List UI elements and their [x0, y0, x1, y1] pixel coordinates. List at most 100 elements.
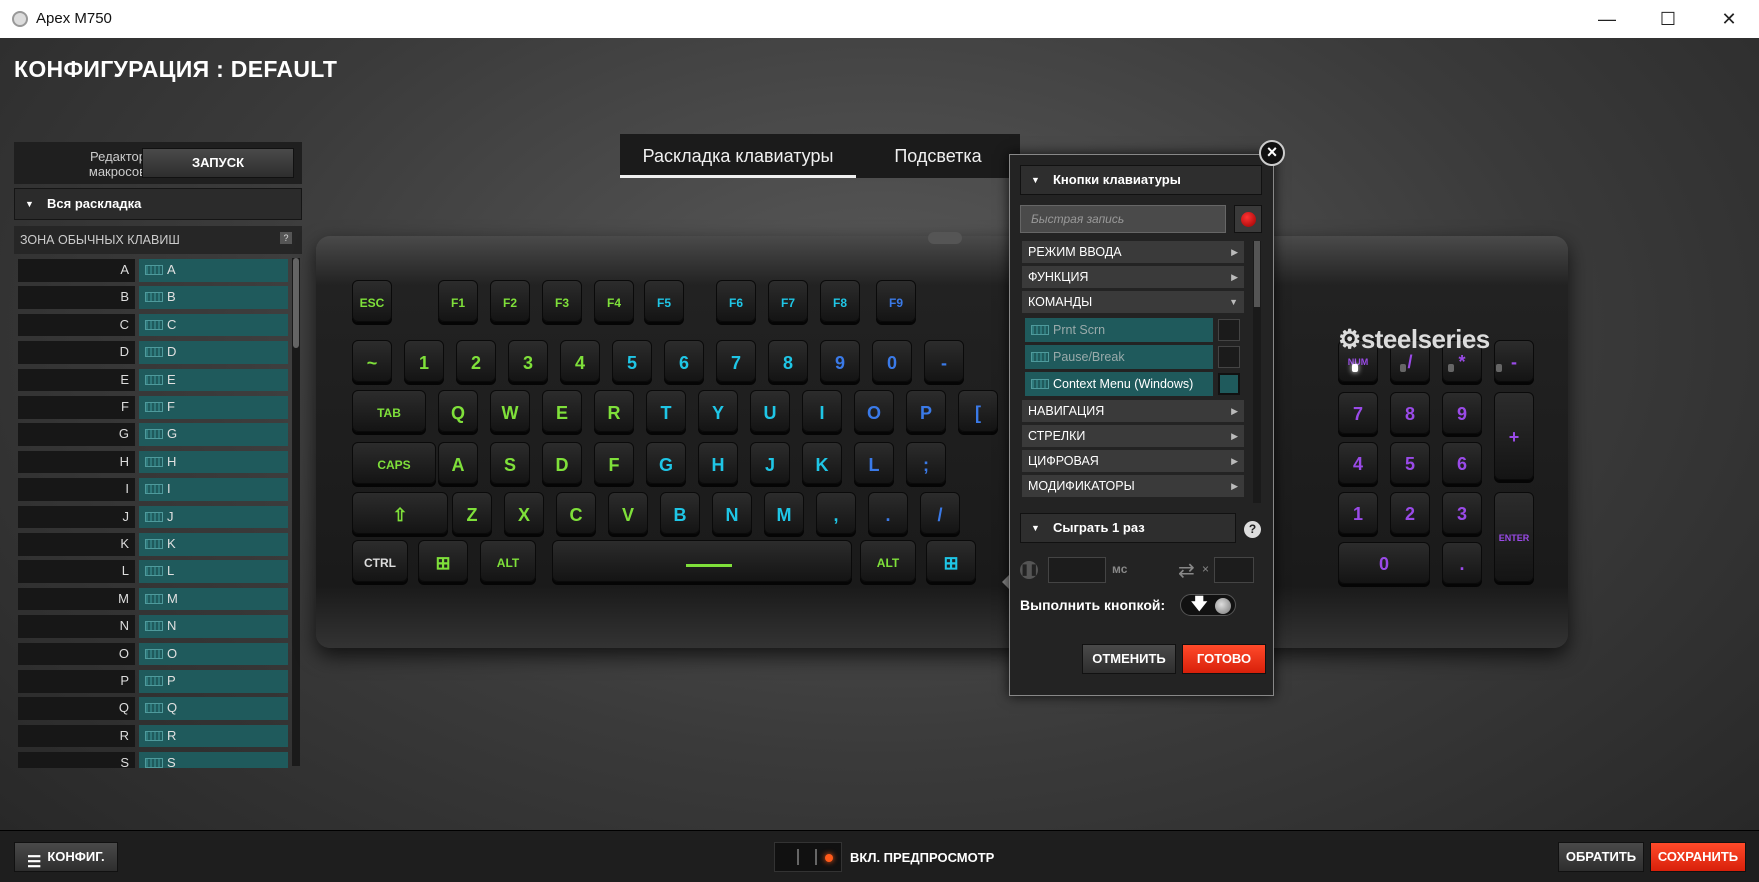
key-list-row[interactable]: EE — [18, 368, 288, 393]
key-list-row[interactable]: DD — [18, 340, 288, 365]
key-list-row[interactable]: OO — [18, 642, 288, 667]
keyboard-key[interactable]: [ — [958, 390, 998, 432]
keyboard-key[interactable]: CTRL — [352, 540, 408, 582]
keyboard-key[interactable]: U — [750, 390, 790, 432]
command-item[interactable]: Prnt Scrn — [1025, 318, 1213, 342]
tab-keyboard-layout[interactable]: Раскладка клавиатуры — [620, 134, 856, 178]
numpad-key[interactable]: 3 — [1442, 492, 1482, 534]
keyboard-key[interactable]: H — [698, 442, 738, 484]
play-mode-select[interactable]: ▼ Сыграть 1 раз — [1020, 513, 1236, 543]
keyboard-key[interactable]: F2 — [490, 280, 530, 322]
key-list-scrollbar[interactable] — [292, 258, 300, 766]
config-button[interactable]: ☰ КОНФИГ. — [14, 842, 118, 872]
key-mapping[interactable]: F — [139, 396, 288, 419]
command-list-scrollbar[interactable] — [1253, 241, 1261, 503]
keyboard-key[interactable]: 9 — [820, 340, 860, 382]
category-row[interactable]: РЕЖИМ ВВОДА ▶ — [1022, 241, 1244, 263]
category-row[interactable]: КОМАНДЫ ▼ — [1022, 291, 1244, 313]
numpad-key[interactable]: 6 — [1442, 442, 1482, 484]
keyboard-key[interactable]: 0 — [872, 340, 912, 382]
keyboard-key[interactable]: 4 — [560, 340, 600, 382]
command-checkbox[interactable] — [1218, 319, 1240, 341]
keyboard-key[interactable]: I — [802, 390, 842, 432]
keyboard-key[interactable]: F8 — [820, 280, 860, 322]
key-mapping[interactable]: N — [139, 615, 288, 638]
keyboard-key[interactable]: T — [646, 390, 686, 432]
keyboard-key[interactable]: M — [764, 492, 804, 534]
numpad-key[interactable]: ENTER — [1494, 492, 1534, 582]
layout-select[interactable]: ▼ Вся раскладка — [14, 188, 302, 220]
key-mapping[interactable]: C — [139, 313, 288, 337]
key-mapping[interactable]: K — [139, 533, 288, 556]
keyboard-key[interactable]: ; — [906, 442, 946, 484]
keyboard-key[interactable]: O — [854, 390, 894, 432]
close-icon[interactable]: ✕ — [1700, 0, 1758, 38]
save-button[interactable]: СОХРАНИТЬ — [1650, 842, 1746, 872]
numpad-key[interactable]: 2 — [1390, 492, 1430, 534]
keyboard-key[interactable]: D — [542, 442, 582, 484]
key-list-row[interactable]: KK — [18, 532, 288, 557]
key-mapping[interactable]: I — [139, 478, 288, 501]
repeat-icon[interactable]: ⇄ — [1178, 558, 1195, 583]
numpad-key[interactable]: 7 — [1338, 392, 1378, 434]
pause-icon[interactable]: ❚❚ — [1020, 561, 1038, 579]
key-list-row[interactable]: NN — [18, 614, 288, 639]
keyboard-key[interactable]: F5 — [644, 280, 684, 322]
key-list-row[interactable]: SS — [18, 751, 288, 768]
keyboard-key[interactable]: ⊞ — [926, 540, 976, 582]
command-checkbox[interactable] — [1218, 373, 1240, 395]
keyboard-key[interactable]: N — [712, 492, 752, 534]
numpad-key[interactable]: 9 — [1442, 392, 1482, 434]
key-mapping[interactable]: S — [139, 752, 288, 768]
scrollbar-thumb[interactable] — [293, 258, 299, 348]
category-row[interactable]: ФУНКЦИЯ ▶ — [1022, 266, 1244, 288]
key-mapping[interactable]: L — [139, 560, 288, 583]
key-mapping[interactable]: M — [139, 587, 288, 611]
key-mapping[interactable]: O — [139, 642, 288, 666]
keyboard-key[interactable]: - — [924, 340, 964, 382]
keyboard-key[interactable] — [552, 540, 852, 582]
keyboard-key[interactable]: . — [868, 492, 908, 534]
maximize-icon[interactable]: ☐ — [1639, 0, 1697, 38]
keyboard-key[interactable]: ESC — [352, 280, 392, 322]
minimize-icon[interactable]: — — [1578, 0, 1636, 38]
keyboard-key[interactable]: W — [490, 390, 530, 432]
numpad-key[interactable]: 8 — [1390, 392, 1430, 434]
keyboard-key[interactable]: / — [920, 492, 960, 534]
keyboard-key[interactable]: F4 — [594, 280, 634, 322]
key-list-row[interactable]: GG — [18, 422, 288, 447]
keyboard-key[interactable]: ⊞ — [418, 540, 468, 582]
keyboard-key[interactable]: K — [802, 442, 842, 484]
key-mapping[interactable]: E — [139, 368, 288, 392]
key-list-row[interactable]: AA — [18, 258, 288, 283]
key-list-row[interactable]: LL — [18, 559, 288, 584]
delay-ms-input[interactable] — [1048, 557, 1106, 583]
key-list-row[interactable]: II — [18, 477, 288, 502]
keyboard-key[interactable]: A — [438, 442, 478, 484]
key-mapping[interactable]: H — [139, 450, 288, 474]
command-item[interactable]: Pause/Break — [1025, 345, 1213, 369]
keyboard-key[interactable]: 2 — [456, 340, 496, 382]
binding-type-select[interactable]: ▼ Кнопки клавиатуры — [1020, 165, 1262, 195]
keyboard-key[interactable]: F9 — [876, 280, 916, 322]
keyboard-key[interactable]: ⇧ — [352, 492, 448, 534]
category-row[interactable]: НАВИГАЦИЯ ▶ — [1022, 400, 1244, 422]
keyboard-key[interactable]: Z — [452, 492, 492, 534]
keyboard-key[interactable]: B — [660, 492, 700, 534]
keyboard-key[interactable]: 1 — [404, 340, 444, 382]
keyboard-key[interactable]: F3 — [542, 280, 582, 322]
command-checkbox[interactable] — [1218, 346, 1240, 368]
key-mapping[interactable]: Q — [139, 697, 288, 720]
keyboard-key[interactable]: F1 — [438, 280, 478, 322]
category-row[interactable]: МОДИФИКАТОРЫ ▶ — [1022, 475, 1244, 497]
help-icon[interactable]: ? — [1244, 521, 1261, 538]
keyboard-key[interactable]: , — [816, 492, 856, 534]
numpad-key[interactable]: - — [1494, 340, 1534, 382]
key-list-row[interactable]: RR — [18, 724, 288, 749]
keyboard-key[interactable]: R — [594, 390, 634, 432]
keyboard-key[interactable]: 8 — [768, 340, 808, 382]
command-item[interactable]: Context Menu (Windows) — [1025, 372, 1213, 396]
help-icon[interactable]: ? — [280, 232, 292, 244]
numpad-key[interactable]: . — [1442, 542, 1482, 584]
keyboard-key[interactable]: TAB — [352, 390, 426, 432]
